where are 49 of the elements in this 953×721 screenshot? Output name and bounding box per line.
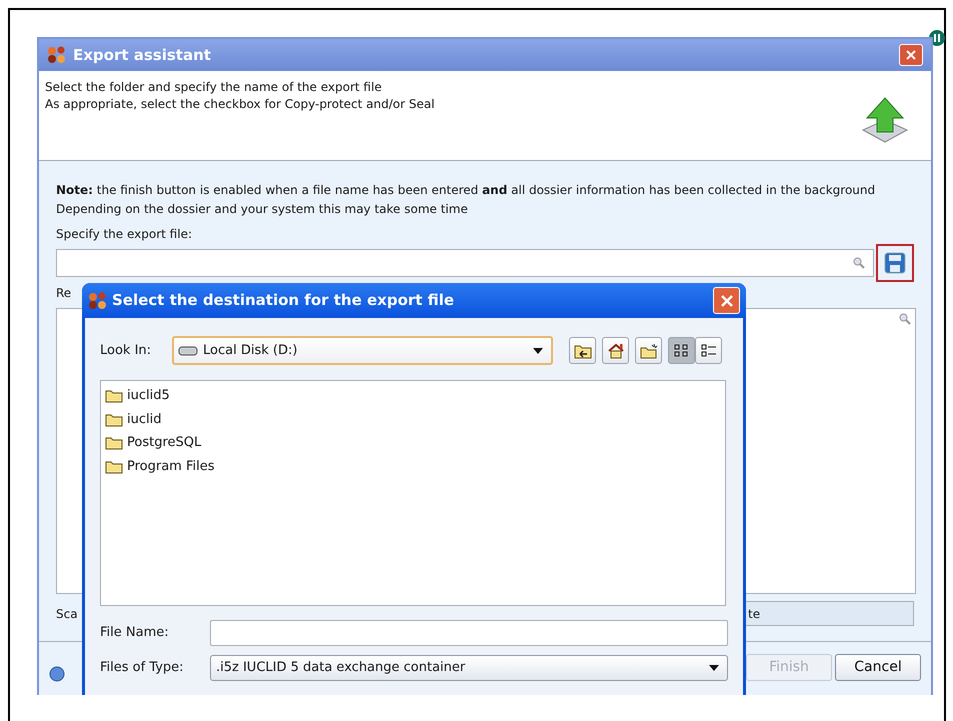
toolbar-button[interactable] (569, 337, 596, 364)
file-name-label: File Name: (100, 624, 170, 642)
home-icon (606, 342, 624, 358)
save-file-button[interactable] (876, 244, 914, 282)
close-icon (720, 294, 732, 306)
folder-icon (105, 435, 123, 450)
dialog-title: Select the destination for the export file (112, 290, 454, 312)
search-icon (853, 257, 866, 269)
remarks-label: Re (56, 285, 72, 302)
window-title: Export assistant (73, 44, 211, 66)
dropdown-caret-icon (709, 665, 719, 671)
close-button[interactable] (899, 44, 923, 66)
app-logo-icon (47, 46, 67, 64)
note-detail-text: Depending on the dossier and your system this may take some time (56, 201, 469, 218)
export-file-field[interactable] (56, 249, 874, 277)
folder-up-icon (574, 342, 592, 358)
search-icon (899, 313, 911, 325)
folder-item[interactable]: PostgreSQL (105, 431, 721, 454)
toolbar-button[interactable] (668, 337, 695, 364)
hard-drive-icon (178, 346, 198, 356)
file-name-field[interactable] (210, 620, 728, 646)
folder-icon (105, 388, 123, 404)
scan-label: Sca (56, 606, 79, 622)
help-icon (49, 666, 65, 682)
folder-icon (105, 458, 123, 474)
look-in-label: Look In: (100, 342, 152, 360)
toolbar-button[interactable] (695, 337, 722, 364)
file-type-label: Files of Type: (100, 659, 185, 678)
folder-item[interactable]: iuclid (105, 408, 721, 431)
details-view-icon (700, 342, 718, 358)
close-button[interactable] (713, 287, 740, 314)
note-text: Note: the finish button is enabled when a file name has been entered and all dossier information has been collected in the background (56, 182, 876, 199)
list-view-icon (672, 342, 690, 358)
instruction-text: As appropriate, select the checkbox for Copy-protect and/or Seal (45, 96, 435, 113)
dropdown-caret-icon (533, 348, 543, 354)
folder-item[interactable]: Program Files (105, 454, 721, 478)
export-file-label: Specify the export file: (56, 226, 193, 243)
look-in-dropdown[interactable]: Local Disk (D:) (172, 336, 553, 365)
folder-icon (105, 412, 123, 427)
instruction-text: Select the folder and specify the name of the export file (45, 79, 383, 96)
toolbar-button[interactable] (602, 337, 629, 364)
file-type-dropdown[interactable]: .i5z IUCLID 5 data exchange container (210, 655, 728, 681)
close-icon (906, 50, 916, 60)
new-folder-icon (640, 342, 658, 358)
scan-status-text: te (748, 606, 760, 622)
toolbar-button[interactable] (635, 337, 662, 364)
dialog-button[interactable]: Cancel (835, 654, 921, 680)
app-logo-icon (88, 292, 108, 310)
folder-item[interactable]: iuclid5 (105, 384, 721, 408)
